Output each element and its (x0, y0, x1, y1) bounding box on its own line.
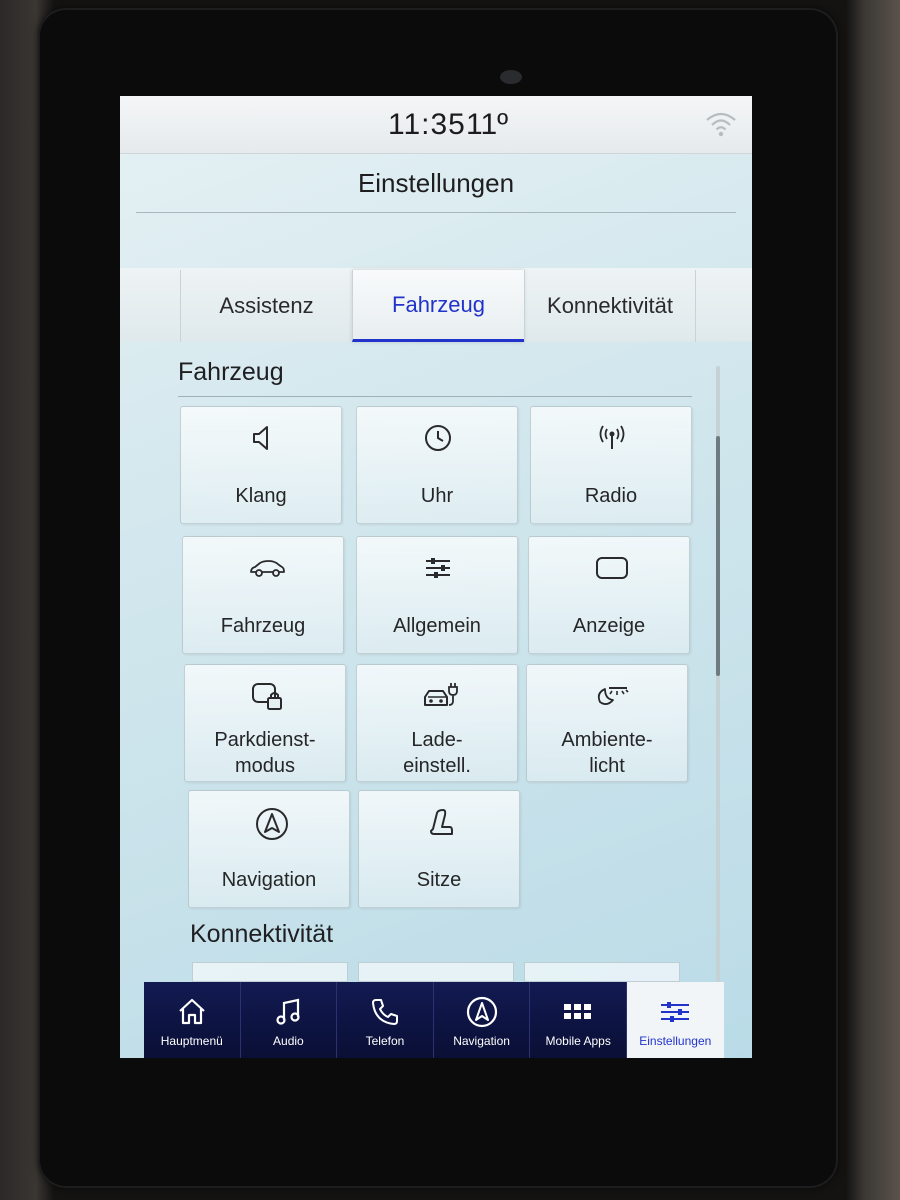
tab-assistenz[interactable]: Assistenz (180, 270, 352, 342)
settings-sliders-icon (659, 996, 691, 1028)
scrollbar-thumb[interactable] (716, 436, 720, 676)
home-icon (176, 996, 208, 1028)
antenna-icon (597, 423, 627, 453)
nav-label: Hauptmenü (160, 1034, 223, 1048)
tile-label-line2: einstell. (403, 755, 471, 777)
tile-navigation[interactable]: Navigation (188, 790, 350, 908)
connectivity-tile-partial[interactable] (192, 962, 348, 982)
navigation-icon (466, 996, 498, 1028)
nav-hauptmenue[interactable]: Hauptmenü (144, 982, 241, 1058)
tile-klang[interactable]: Klang (180, 406, 342, 524)
phone-icon (369, 996, 401, 1028)
bottom-nav-bar: Hauptmenü Audio Telefon Navigation Mobil… (144, 982, 724, 1058)
settings-tabs: Assistenz Fahrzeug Konnektivität (120, 268, 752, 342)
section-title-connectivity: Konnektivität (190, 920, 334, 948)
tab-konnektivitaet[interactable]: Konnektivität (524, 270, 696, 342)
nav-label: Telefon (365, 1034, 405, 1048)
section-divider (178, 396, 692, 397)
status-bar: 11:35 11º (120, 96, 752, 154)
outside-temperature: 11º (466, 108, 509, 141)
sliders-icon (423, 553, 453, 583)
tile-label: Radio (584, 485, 638, 507)
tile-label: Uhr (420, 485, 454, 507)
infotainment-screen: 11:35 11º Einstellungen Assistenz Fahrze… (120, 96, 752, 1058)
section-title-vehicle: Fahrzeug (178, 358, 284, 386)
scrollbar[interactable] (716, 366, 720, 1006)
tile-label: Klang (235, 485, 287, 507)
tile-anzeige[interactable]: Anzeige (528, 536, 690, 654)
tile-uhr[interactable]: Uhr (356, 406, 518, 524)
tile-label-line1: Parkdienst- (214, 729, 316, 751)
tile-label: Sitze (416, 869, 462, 891)
tile-label: Allgemein (393, 615, 481, 637)
camera-sensor (500, 70, 522, 84)
speaker-icon (247, 423, 277, 453)
ambient-light-icon (593, 681, 629, 711)
clock-time: 11:35 (388, 108, 466, 141)
car-icon (249, 553, 285, 583)
tile-sitze[interactable]: Sitze (358, 790, 520, 908)
nav-label: Einstellungen (639, 1034, 712, 1048)
page-title: Einstellungen (357, 168, 515, 198)
connectivity-tile-partial[interactable] (358, 962, 514, 982)
wifi-icon (704, 110, 738, 138)
tile-label-line1: Lade- (411, 729, 463, 751)
apps-grid-icon (562, 996, 594, 1028)
tile-label: Navigation (221, 869, 317, 891)
nav-navigation[interactable]: Navigation (434, 982, 531, 1058)
nav-label: Navigation (453, 1034, 510, 1048)
connectivity-tile-partial[interactable] (524, 962, 680, 982)
nav-einstellungen[interactable]: Einstellungen (626, 982, 724, 1058)
tile-label: Anzeige (572, 615, 646, 637)
tile-label-line2: licht (589, 755, 625, 777)
tile-label: Fahrzeug (220, 615, 306, 637)
nav-telefon[interactable]: Telefon (337, 982, 434, 1058)
nav-audio[interactable]: Audio (241, 982, 338, 1058)
tab-fahrzeug[interactable]: Fahrzeug (352, 270, 524, 342)
nav-label: Mobile Apps (545, 1034, 611, 1048)
tile-parkdienstmodus[interactable]: Parkdienst- modus (184, 664, 346, 782)
tile-ambientelicht[interactable]: Ambiente- licht (526, 664, 688, 782)
tile-ladeeinstellungen[interactable]: Lade- einstell. (356, 664, 518, 782)
tile-fahrzeug[interactable]: Fahrzeug (182, 536, 344, 654)
display-icon (595, 553, 628, 583)
navigation-icon (255, 807, 288, 840)
nav-mobile-apps[interactable]: Mobile Apps (530, 982, 627, 1058)
valet-lock-icon (251, 681, 282, 711)
tile-radio[interactable]: Radio (530, 406, 692, 524)
seat-icon (425, 807, 455, 837)
title-divider (136, 212, 736, 213)
tile-label-line1: Ambiente- (561, 729, 653, 751)
tile-label-line2: modus (234, 755, 296, 777)
tile-allgemein[interactable]: Allgemein (356, 536, 518, 654)
nav-label: Audio (273, 1034, 304, 1048)
charging-car-icon (423, 681, 458, 711)
music-note-icon (273, 996, 305, 1028)
clock-icon (423, 423, 453, 453)
